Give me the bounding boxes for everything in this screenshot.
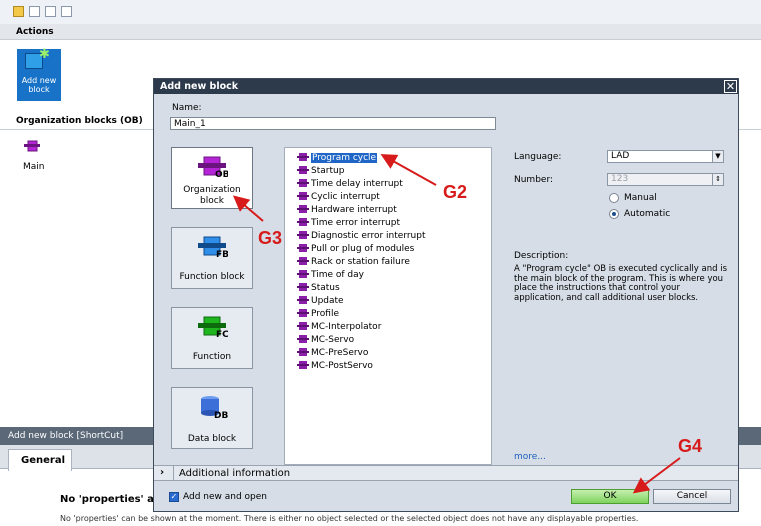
arrow-g2: [380, 154, 437, 186]
arrow-g3: [232, 195, 264, 222]
annotation-g4: G4: [678, 436, 703, 456]
arrow-g4: [632, 457, 681, 494]
annotation-g2: G2: [443, 182, 468, 202]
annotation-arrows: [232, 154, 681, 494]
annotation-g3: G3: [258, 228, 283, 248]
